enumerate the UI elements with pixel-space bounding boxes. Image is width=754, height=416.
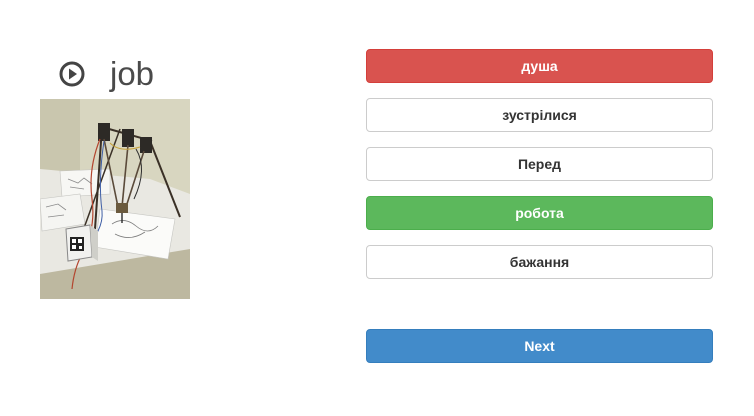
quiz-screen: job душа зустрілися Перед робота бажання… [0,0,754,416]
next-button[interactable]: Next [366,329,713,363]
option-button-3[interactable]: Перед [366,147,713,181]
play-circle-icon[interactable] [58,60,86,88]
answer-options: душа зустрілися Перед робота бажання [366,49,713,294]
option-button-2[interactable]: зустрілися [366,98,713,132]
option-button-1[interactable]: душа [366,49,713,83]
option-button-5[interactable]: бажання [366,245,713,279]
option-button-4[interactable]: робота [366,196,713,230]
prompt-area: job [58,54,154,94]
prompt-image [40,99,190,299]
prompt-word: job [110,55,155,92]
